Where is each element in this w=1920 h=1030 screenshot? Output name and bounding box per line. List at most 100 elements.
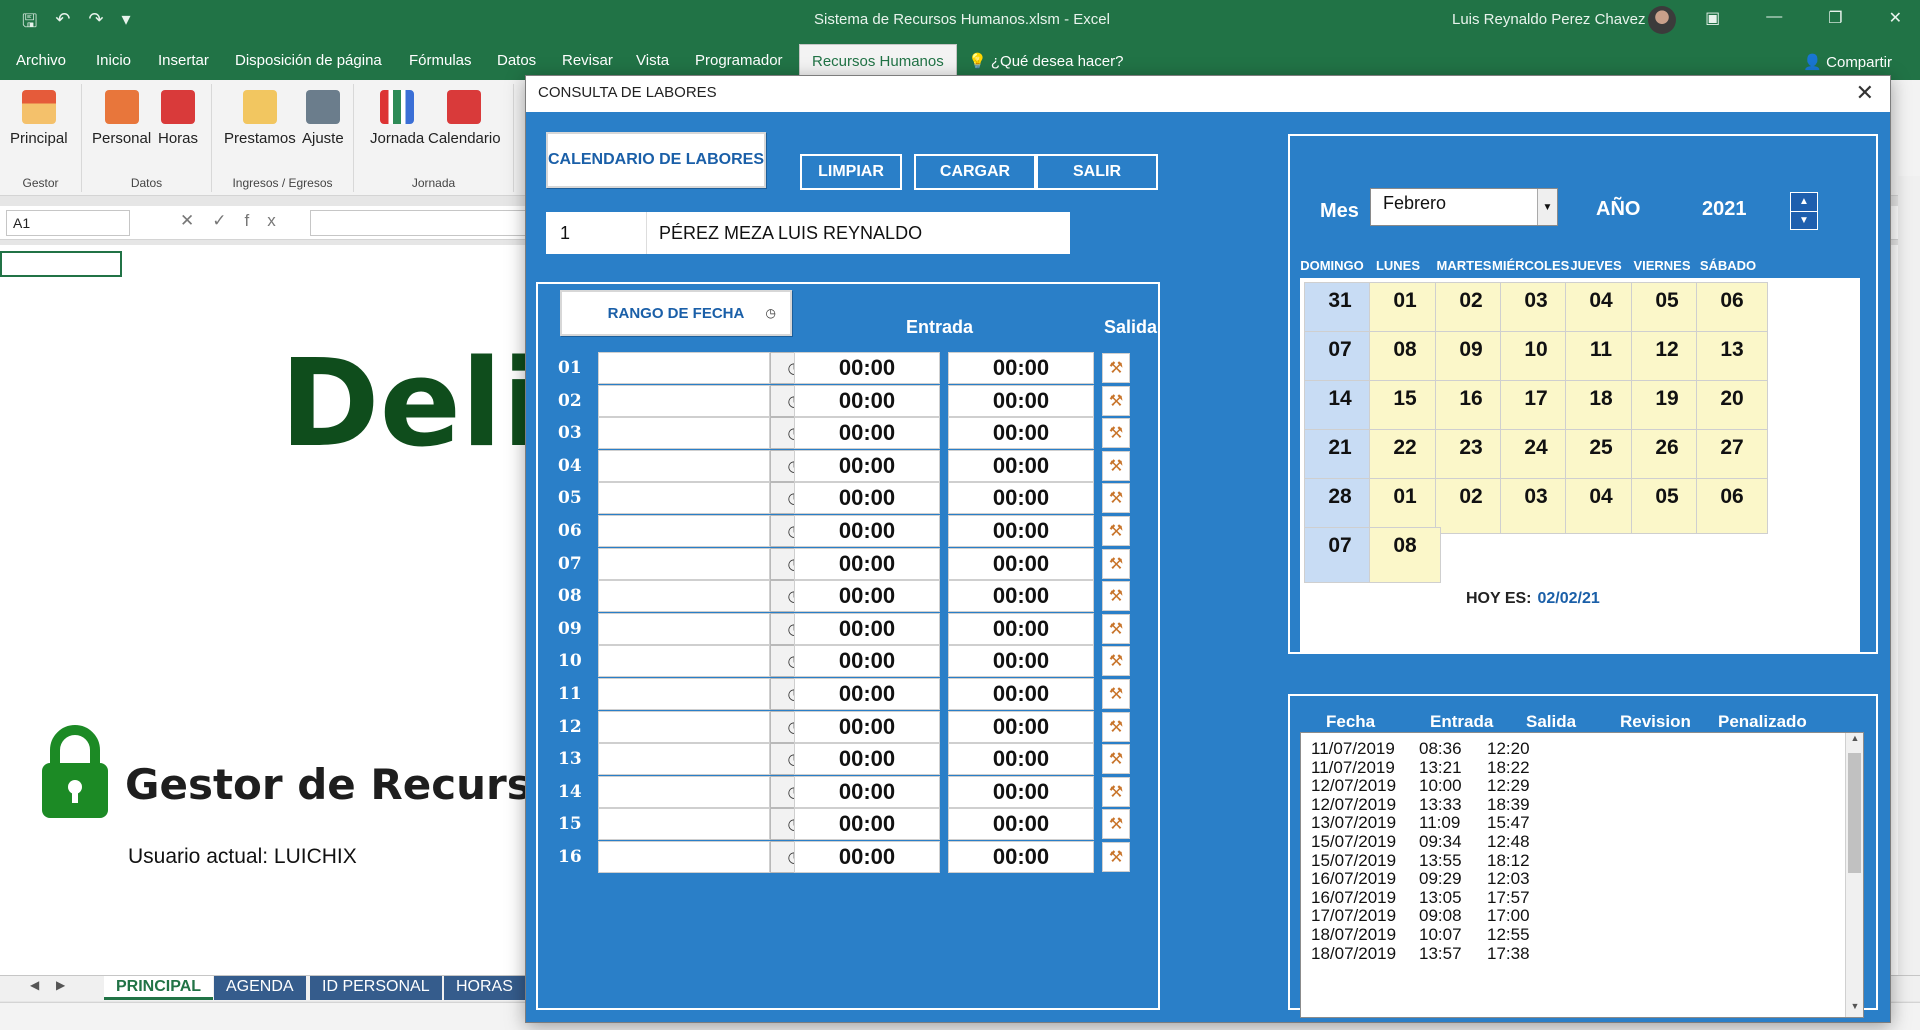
entrada-field[interactable]: 00:00	[794, 515, 940, 547]
clear-row-button[interactable]: ⚒	[1102, 842, 1130, 872]
calendar-day[interactable]: 28	[1304, 478, 1376, 534]
clear-row-button[interactable]: ⚒	[1102, 744, 1130, 774]
employee-name-field[interactable]: PÉREZ MEZA LUIS REYNALDO	[646, 212, 1070, 254]
sheet-tab-id-personal[interactable]: ID PERSONAL	[310, 976, 442, 1000]
dialog-close-icon[interactable]: ✕	[1856, 80, 1874, 106]
entrada-field[interactable]: 00:00	[794, 841, 940, 873]
undo-icon[interactable]: ↶	[55, 9, 70, 39]
tab-archivo[interactable]: Archivo	[16, 52, 66, 69]
date-field[interactable]	[598, 776, 770, 808]
salida-field[interactable]: 00:00	[948, 548, 1094, 580]
date-field[interactable]	[598, 613, 770, 645]
salida-field[interactable]: 00:00	[948, 580, 1094, 612]
redo-icon[interactable]: ↷	[88, 9, 103, 39]
date-field[interactable]	[598, 841, 770, 873]
date-field[interactable]	[598, 743, 770, 775]
entrada-field[interactable]: 00:00	[794, 482, 940, 514]
share-button[interactable]: 👤 Compartir	[1803, 53, 1892, 71]
salida-field[interactable]: 00:00	[948, 482, 1094, 514]
rango-fecha-button[interactable]: RANGO DE FECHA ◷	[560, 290, 792, 336]
calendar-day[interactable]: 21	[1304, 429, 1376, 485]
history-list[interactable]: 11/07/2019 08:36 12:20 11/07/2019 13:21 18:22…	[1300, 732, 1864, 1018]
calendar-day[interactable]: 27	[1696, 429, 1768, 485]
date-field[interactable]	[598, 385, 770, 417]
date-field[interactable]	[598, 352, 770, 384]
ajuste-button[interactable]: Ajuste	[302, 90, 344, 147]
clear-row-button[interactable]: ⚒	[1102, 483, 1130, 513]
clear-row-button[interactable]: ⚒	[1102, 418, 1130, 448]
salida-field[interactable]: 00:00	[948, 743, 1094, 775]
tab-vista[interactable]: Vista	[636, 52, 669, 69]
calendar-day[interactable]: 10	[1500, 331, 1572, 387]
list-item[interactable]: 18/07/2019 13:57 17:38	[1301, 944, 1841, 966]
mes-dropdown[interactable]: Febrero ▼	[1370, 188, 1558, 226]
spin-up-icon[interactable]: ▲	[1791, 193, 1817, 212]
salida-field[interactable]: 00:00	[948, 678, 1094, 710]
employee-id-field[interactable]: 1	[546, 212, 646, 254]
save-icon[interactable]: 🖫	[22, 9, 37, 39]
tell-me-box[interactable]: 💡 ¿Qué desea hacer?	[968, 52, 1123, 70]
calendar-day[interactable]: 22	[1369, 429, 1441, 485]
salida-field[interactable]: 00:00	[948, 450, 1094, 482]
calendar-day[interactable]: 06	[1696, 478, 1768, 534]
enter-icon[interactable]: ✓	[212, 211, 244, 230]
clear-row-button[interactable]: ⚒	[1102, 581, 1130, 611]
sheet-tab-principal[interactable]: PRINCIPAL	[104, 976, 214, 1000]
entrada-field[interactable]: 00:00	[794, 808, 940, 840]
tab-programador[interactable]: Programador	[695, 52, 783, 69]
clear-row-button[interactable]: ⚒	[1102, 614, 1130, 644]
scroll-up-icon[interactable]: ▲	[1846, 733, 1863, 749]
minimize-icon[interactable]: —	[1766, 8, 1782, 28]
calendar-day[interactable]: 05	[1631, 478, 1703, 534]
calendar-day[interactable]: 04	[1565, 478, 1637, 534]
calendar-day[interactable]: 09	[1435, 331, 1507, 387]
date-field[interactable]	[598, 580, 770, 612]
personal-button[interactable]: Personal	[92, 90, 151, 147]
calendar-day[interactable]: 04	[1565, 282, 1637, 338]
entrada-field[interactable]: 00:00	[794, 678, 940, 710]
date-field[interactable]	[598, 678, 770, 710]
date-field[interactable]	[598, 417, 770, 449]
clear-row-button[interactable]: ⚒	[1102, 646, 1130, 676]
limpiar-button[interactable]: LIMPIAR	[800, 154, 902, 190]
tab-datos[interactable]: Datos	[497, 52, 536, 69]
tab-formulas[interactable]: Fórmulas	[409, 52, 472, 69]
calendar-day[interactable]: 06	[1696, 282, 1768, 338]
scroll-thumb[interactable]	[1848, 753, 1861, 873]
clear-row-button[interactable]: ⚒	[1102, 777, 1130, 807]
clear-row-button[interactable]: ⚒	[1102, 679, 1130, 709]
entrada-field[interactable]: 00:00	[794, 417, 940, 449]
spin-down-icon[interactable]: ▼	[1791, 212, 1817, 230]
date-field[interactable]	[598, 482, 770, 514]
entrada-field[interactable]: 00:00	[794, 548, 940, 580]
calendar-day[interactable]: 31	[1304, 282, 1376, 338]
horas-button[interactable]: Horas	[158, 90, 198, 147]
avatar[interactable]	[1648, 6, 1676, 34]
salida-field[interactable]: 00:00	[948, 711, 1094, 743]
clear-row-button[interactable]: ⚒	[1102, 809, 1130, 839]
list-scrollbar[interactable]: ▲ ▼	[1845, 733, 1863, 1017]
prev-sheet-icon[interactable]: ◀	[30, 978, 39, 992]
calendario-button[interactable]: Calendario	[428, 90, 501, 147]
date-field[interactable]	[598, 645, 770, 677]
calendario-labores-button[interactable]: CALENDARIO DE LABORES	[546, 132, 766, 188]
salida-field[interactable]: 00:00	[948, 417, 1094, 449]
calendar-day[interactable]: 18	[1565, 380, 1637, 436]
sheet-tab-horas[interactable]: HORAS	[444, 976, 525, 1000]
calendar-day[interactable]: 17	[1500, 380, 1572, 436]
calendar-day[interactable]: 23	[1435, 429, 1507, 485]
calendar-day[interactable]: 20	[1696, 380, 1768, 436]
clear-row-button[interactable]: ⚒	[1102, 353, 1130, 383]
entrada-field[interactable]: 00:00	[794, 352, 940, 384]
sheet-tab-agenda[interactable]: AGENDA	[214, 976, 306, 1000]
anio-spinner[interactable]: ▲ ▼	[1790, 192, 1818, 230]
calendar-day[interactable]: 15	[1369, 380, 1441, 436]
next-sheet-icon[interactable]: ▶	[56, 978, 65, 992]
salida-field[interactable]: 00:00	[948, 385, 1094, 417]
calendar-day[interactable]: 13	[1696, 331, 1768, 387]
clear-row-button[interactable]: ⚒	[1102, 516, 1130, 546]
salida-field[interactable]: 00:00	[948, 515, 1094, 547]
salida-field[interactable]: 00:00	[948, 645, 1094, 677]
calendar-day[interactable]: 03	[1500, 478, 1572, 534]
clear-row-button[interactable]: ⚒	[1102, 386, 1130, 416]
